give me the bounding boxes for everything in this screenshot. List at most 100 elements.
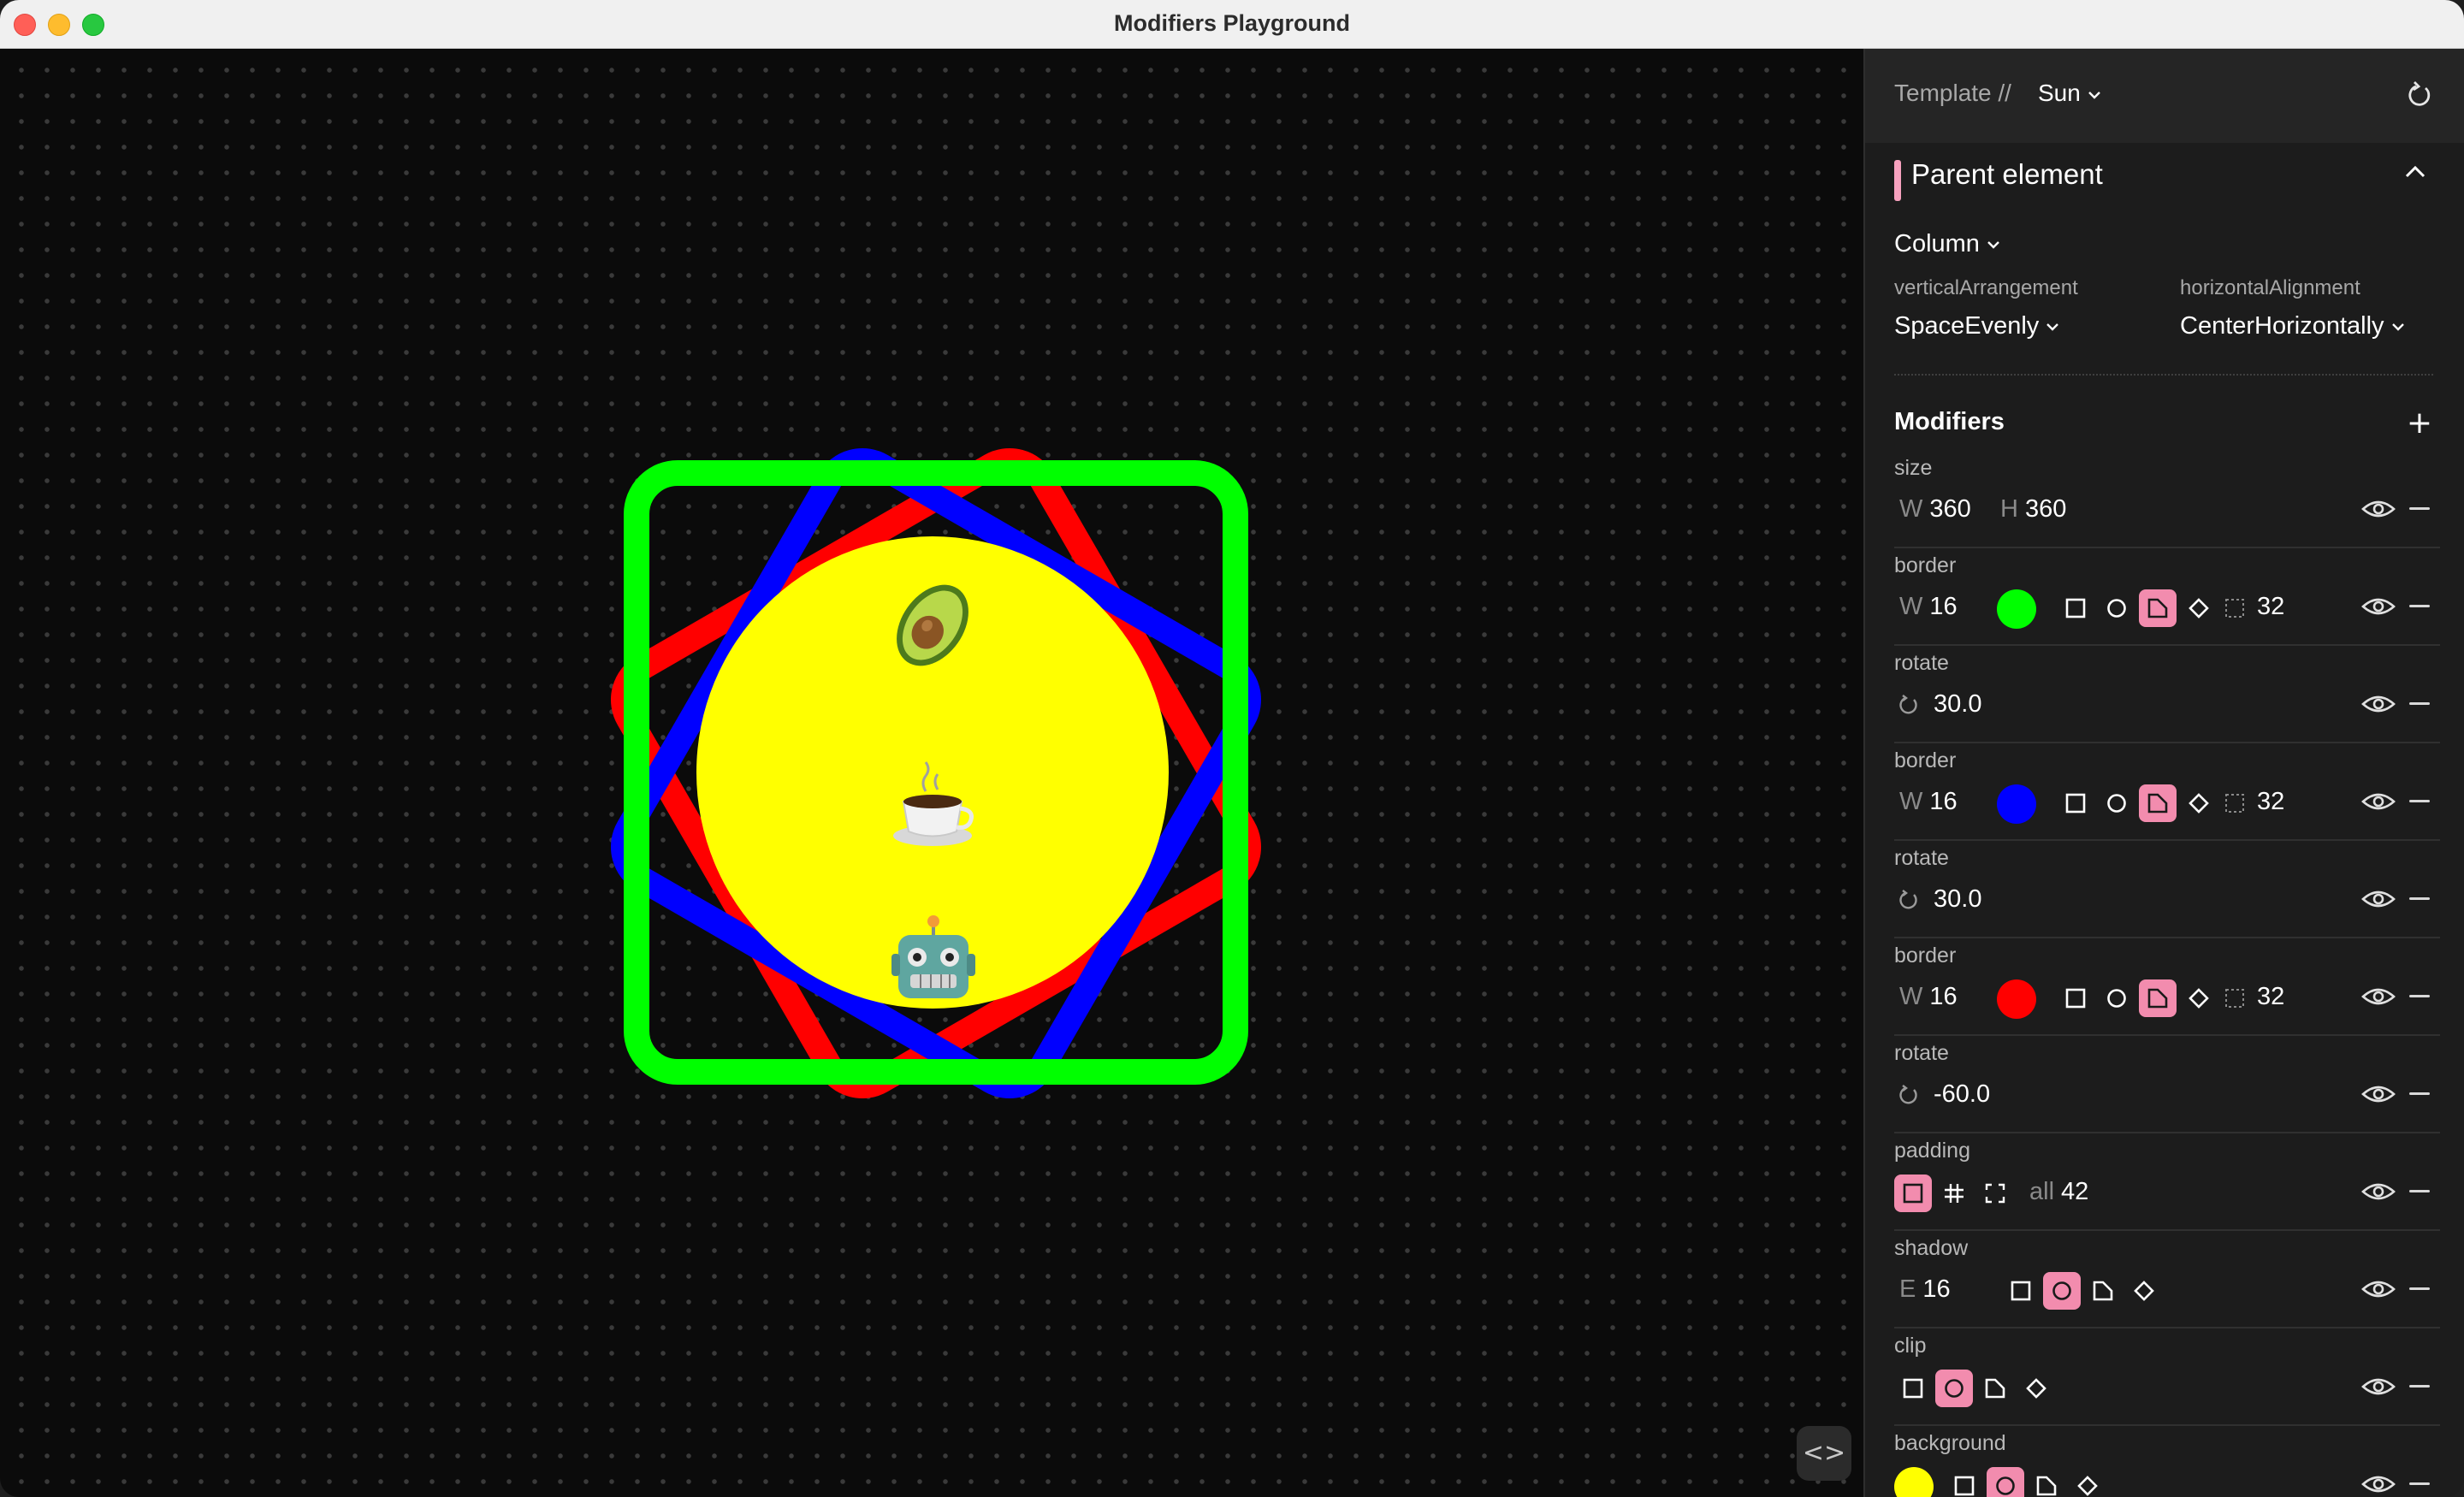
circle-icon <box>2052 1281 2071 1300</box>
remove-modifier-button[interactable] <box>2409 1190 2430 1192</box>
shape-circle-option[interactable] <box>1987 1467 2024 1497</box>
width-field[interactable]: W 360 <box>1899 495 1971 524</box>
height-field[interactable]: H 360 <box>2000 495 2066 524</box>
corner-radius-value[interactable]: 32 <box>2257 788 2284 816</box>
shape-rectangle-option[interactable] <box>1946 1467 1983 1497</box>
remove-modifier-button[interactable] <box>2409 507 2430 510</box>
width-field[interactable]: W 16 <box>1899 593 1958 621</box>
remove-modifier-button[interactable] <box>2409 1385 2430 1388</box>
horizontal-alignment-dropdown[interactable]: CenterHorizontally <box>2180 312 2405 340</box>
corner-radius-value[interactable]: 32 <box>2257 593 2284 621</box>
shape-rectangle-option[interactable] <box>2057 589 2094 627</box>
padding-all-option[interactable] <box>1894 1175 1932 1212</box>
rotation-value[interactable]: 30.0 <box>1934 885 1981 914</box>
shape-circle-option[interactable] <box>2098 979 2135 1017</box>
shape-rectangle-option[interactable] <box>2057 784 2094 822</box>
remove-modifier-button[interactable] <box>2409 702 2430 705</box>
remove-modifier-button[interactable] <box>2409 1287 2430 1290</box>
padding-all-field[interactable]: all 42 <box>2029 1178 2088 1206</box>
remove-modifier-button[interactable] <box>2409 995 2430 997</box>
modifier-rotate: rotate 30.0 <box>1865 646 2464 743</box>
padding-axes-option[interactable] <box>1935 1175 1973 1212</box>
width-key: W <box>1899 495 1923 523</box>
color-swatch[interactable] <box>1997 979 2036 1019</box>
layout-value: Column <box>1894 230 1980 257</box>
modifier-name: rotate <box>1894 846 1949 870</box>
title-bar: Modifiers Playground <box>0 0 2464 49</box>
modifier-name: border <box>1894 944 1957 967</box>
shape-cut-corner-option[interactable] <box>2084 1272 2122 1310</box>
visibility-eye-icon[interactable] <box>2361 596 2396 617</box>
remove-modifier-button[interactable] <box>2409 1092 2430 1095</box>
shape-cut-corner-option[interactable] <box>2139 979 2177 1017</box>
vertical-arrangement-value: SpaceEvenly <box>1894 312 2040 340</box>
rotate-icon <box>1899 890 1917 909</box>
diamond-icon <box>2077 1476 2098 1496</box>
visibility-eye-icon[interactable] <box>2361 986 2396 1007</box>
parent-accent-bar <box>1894 160 1901 201</box>
vertical-arrangement-dropdown[interactable]: SpaceEvenly <box>1894 312 2059 340</box>
padding-sides-option[interactable] <box>1976 1175 2014 1212</box>
visibility-eye-icon[interactable] <box>2361 1376 2396 1397</box>
visibility-eye-icon[interactable] <box>2361 694 2396 714</box>
rotation-value[interactable]: -60.0 <box>1934 1080 1990 1109</box>
shape-rectangle-option[interactable] <box>2002 1272 2040 1310</box>
visibility-eye-icon[interactable] <box>2361 1084 2396 1104</box>
visibility-eye-icon[interactable] <box>2361 791 2396 812</box>
remove-modifier-button[interactable] <box>2409 605 2430 607</box>
square-icon <box>2065 793 2086 814</box>
corner-radius-value[interactable]: 32 <box>2257 983 2284 1011</box>
shape-circle-option[interactable] <box>2043 1272 2081 1310</box>
visibility-eye-icon[interactable] <box>2361 889 2396 909</box>
modifier-name: clip <box>1894 1334 1927 1358</box>
shape-cut-corner-option[interactable] <box>2028 1467 2065 1497</box>
shape-cut-corner-option[interactable] <box>2139 784 2177 822</box>
modifier-padding: padding all 42 <box>1865 1133 2464 1231</box>
chevron-up-icon[interactable] <box>2404 165 2426 179</box>
shape-diamond-option[interactable] <box>2180 589 2218 627</box>
modifier-controls: 30.0 <box>1894 879 2408 920</box>
width-field[interactable]: W 16 <box>1899 788 1958 816</box>
shape-cut-corner-option[interactable] <box>2139 589 2177 627</box>
shape-circle-option[interactable] <box>2098 784 2135 822</box>
visibility-eye-icon[interactable] <box>2361 1474 2396 1494</box>
add-modifier-button[interactable]: + <box>2404 408 2435 439</box>
shape-diamond-option[interactable] <box>2125 1272 2163 1310</box>
shape-diamond-option[interactable] <box>2017 1370 2055 1407</box>
template-dropdown[interactable]: Sun <box>2038 80 2101 107</box>
shape-diamond-option[interactable] <box>2069 1467 2106 1497</box>
visibility-eye-icon[interactable] <box>2361 1279 2396 1299</box>
section-divider <box>1894 374 2433 376</box>
parent-element-title: Parent element <box>1911 158 2103 190</box>
padding-all-icon <box>1903 1183 1923 1204</box>
modifier-controls: E 16 <box>1894 1269 2408 1310</box>
template-label: Template // <box>1894 80 2011 106</box>
inspector-panel: Template // Sun Parent element Column ve… <box>1863 49 2464 1497</box>
modifier-name: background <box>1894 1431 2006 1455</box>
shape-rectangle-option[interactable] <box>1894 1370 1932 1407</box>
shape-circle-option[interactable] <box>1935 1370 1973 1407</box>
layout-dropdown[interactable]: Column <box>1894 230 2000 258</box>
visibility-eye-icon[interactable] <box>2361 1181 2396 1202</box>
elevation-field[interactable]: E 16 <box>1899 1275 1951 1304</box>
rotation-value[interactable]: 30.0 <box>1934 690 1981 719</box>
remove-modifier-button[interactable] <box>2409 897 2430 900</box>
visibility-eye-icon[interactable] <box>2361 499 2396 519</box>
modifier-controls: W 16 32 <box>1894 781 2408 824</box>
shape-cut-corner-option[interactable] <box>1976 1370 2014 1407</box>
code-view-toggle-button[interactable]: <> <box>1797 1426 1851 1481</box>
shape-rectangle-option[interactable] <box>2057 979 2094 1017</box>
shape-circle-option[interactable] <box>2098 589 2135 627</box>
remove-modifier-button[interactable] <box>2409 800 2430 802</box>
color-swatch[interactable] <box>1997 784 2036 824</box>
shape-diamond-option[interactable] <box>2180 979 2218 1017</box>
circle-icon <box>2107 599 2126 618</box>
reset-icon[interactable] <box>2404 80 2435 110</box>
shape-diamond-option[interactable] <box>2180 784 2218 822</box>
color-swatch[interactable] <box>1997 589 2036 629</box>
width-key: W <box>1899 983 1923 1010</box>
color-swatch[interactable] <box>1894 1467 1934 1497</box>
width-field[interactable]: W 16 <box>1899 983 1958 1011</box>
remove-modifier-button[interactable] <box>2409 1482 2430 1485</box>
modifier-controls <box>1894 1366 2408 1407</box>
